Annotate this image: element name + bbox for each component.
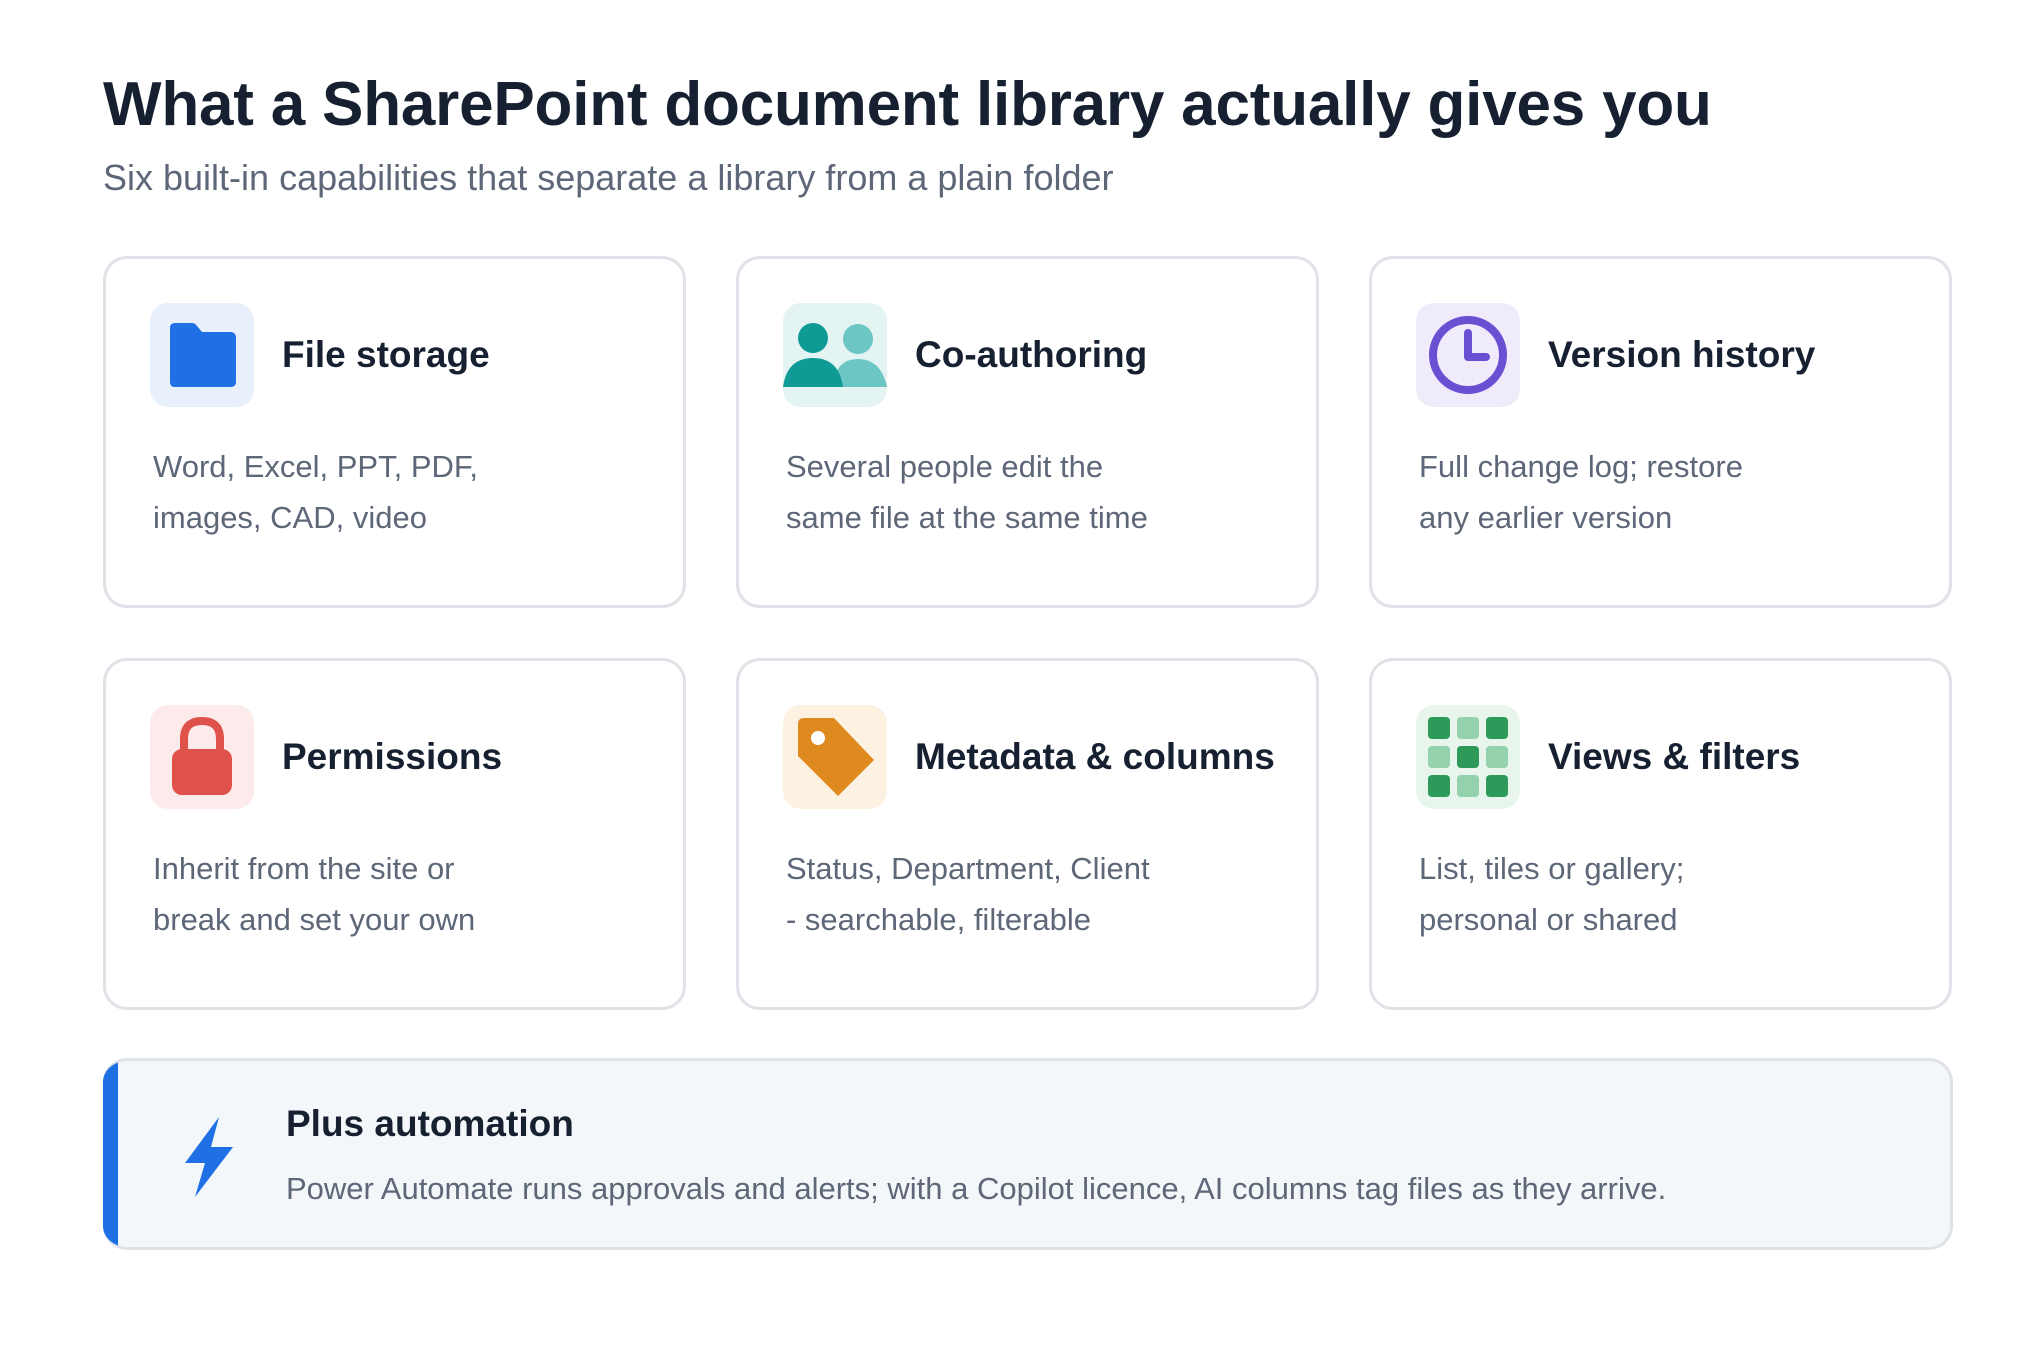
card-description-line: Full change log; restore: [1419, 449, 1743, 484]
card-description-line: break and set your own: [153, 902, 476, 937]
card-description-line: images, CAD, video: [153, 500, 427, 535]
card-co-authoring: Co-authoring Several people edit the sam…: [736, 256, 1319, 608]
card-title: Co-authoring: [915, 334, 1148, 375]
card-description-line: personal or shared: [1419, 902, 1678, 937]
card-header: Permissions: [150, 705, 502, 809]
card-description-line: - searchable, filterable: [786, 902, 1091, 937]
card-title: File storage: [282, 334, 490, 375]
card-title: Version history: [1548, 334, 1816, 375]
lock-icon: [150, 705, 254, 809]
card-description: Word, Excel, PPT, PDF, images, CAD, vide…: [153, 441, 553, 543]
page-subtitle: Six built-in capabilities that separate …: [103, 157, 1114, 198]
tag-icon: [783, 705, 887, 809]
card-title: Permissions: [282, 736, 503, 777]
card-description: Inherit from the site or break and set y…: [153, 843, 553, 945]
callout-text: Power Automate runs approvals and alerts…: [286, 1171, 1667, 1206]
card-file-storage: File storage Word, Excel, PPT, PDF, imag…: [103, 256, 686, 608]
card-header: Co-authoring: [783, 303, 1147, 407]
card-description: List, tiles or gallery; personal or shar…: [1419, 843, 1819, 945]
card-version-history: Version history Full change log; restore…: [1369, 256, 1952, 608]
card-header: Version history: [1416, 303, 1815, 407]
card-metadata-columns: Metadata & columns Status, Department, C…: [736, 658, 1319, 1010]
people-icon: [783, 303, 887, 407]
card-description-line: same file at the same time: [786, 500, 1148, 535]
card-header: Views & filters: [1416, 705, 1800, 809]
automation-callout: Plus automation Power Automate runs appr…: [103, 1058, 1953, 1250]
card-description: Full change log; restore any earlier ver…: [1419, 441, 1819, 543]
folder-icon: [150, 303, 254, 407]
card-description: Status, Department, Client - searchable,…: [786, 843, 1186, 945]
card-views-filters: Views & filters List, tiles or gallery; …: [1369, 658, 1952, 1010]
lightning-icon: [175, 1115, 239, 1199]
clock-icon: [1416, 303, 1520, 407]
card-description-line: List, tiles or gallery;: [1419, 851, 1685, 886]
card-description-line: Several people edit the: [786, 449, 1104, 484]
card-description-line: any earlier version: [1419, 500, 1673, 535]
card-description: Several people edit the same file at the…: [786, 441, 1186, 543]
card-title: Metadata & columns: [915, 736, 1275, 777]
card-title: Views & filters: [1548, 736, 1801, 777]
page-title: What a SharePoint document library actua…: [103, 70, 1712, 139]
card-description-line: Word, Excel, PPT, PDF,: [153, 449, 479, 484]
grid-icon: [1416, 705, 1520, 809]
capability-grid: File storage Word, Excel, PPT, PDF, imag…: [103, 256, 1953, 1010]
callout-title: Plus automation: [286, 1103, 574, 1144]
card-header: File storage: [150, 303, 490, 407]
callout-accent-bar: [103, 1061, 118, 1247]
card-permissions: Permissions Inherit from the site or bre…: [103, 658, 686, 1010]
card-description-line: Status, Department, Client: [786, 851, 1150, 886]
card-description-line: Inherit from the site or: [153, 851, 455, 886]
card-header: Metadata & columns: [783, 705, 1275, 809]
